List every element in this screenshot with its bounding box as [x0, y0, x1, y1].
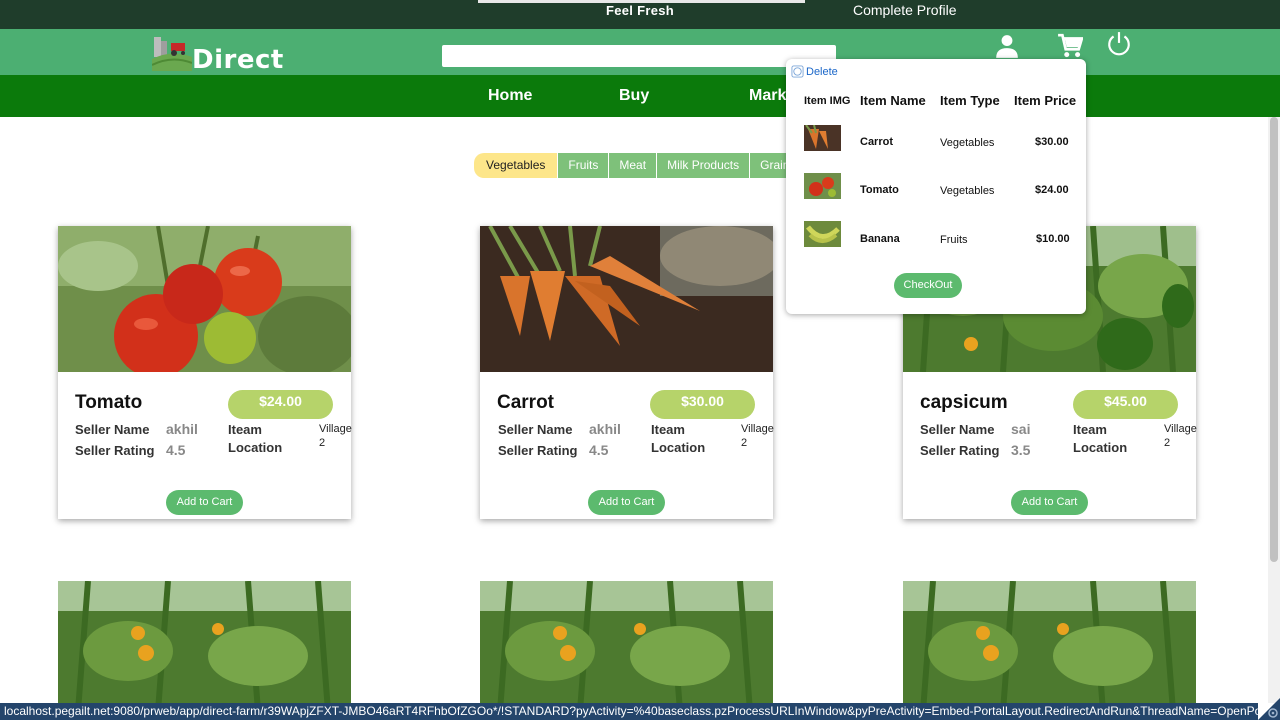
capsicum-image: [480, 581, 773, 711]
header-item-img: Item IMG: [804, 95, 851, 107]
cart-item-name: Banana: [860, 233, 900, 245]
location-value: Village 2: [319, 423, 352, 449]
location-value: Village 2: [1164, 423, 1197, 449]
product-card-partial: [480, 581, 773, 711]
add-to-cart-button[interactable]: Add to Cart: [166, 490, 243, 515]
location-label: Iteam Location: [228, 422, 283, 455]
cart-item-price: $10.00: [1036, 233, 1070, 245]
tomato-image: [58, 226, 351, 372]
power-icon[interactable]: [1106, 31, 1132, 57]
cart-item-price: $24.00: [1035, 184, 1069, 196]
seller-rating-label: Seller Rating: [920, 443, 1000, 458]
checkout-button[interactable]: CheckOut: [894, 273, 962, 298]
cart-item-image: [804, 125, 841, 151]
product-card-carrot: Carrot $30.00 Seller Name akhil Seller R…: [480, 226, 774, 519]
delete-button[interactable]: Delete: [791, 65, 838, 78]
page-scrollbar[interactable]: [1268, 117, 1280, 703]
logo-text: Direct: [192, 45, 284, 75]
location-label: Iteam Location: [1073, 422, 1128, 455]
seller-name-label: Seller Name: [920, 422, 995, 437]
product-name: capsicum: [920, 392, 1008, 413]
nav-buy[interactable]: Buy: [619, 87, 649, 105]
price-badge: $24.00: [228, 390, 333, 419]
cart-item-name: Carrot: [860, 136, 894, 148]
location-label: Iteam Location: [651, 422, 706, 455]
cart-item-price: $30.00: [1035, 136, 1069, 148]
location-value: Village 2: [741, 423, 774, 449]
seller-name-value: akhil: [589, 421, 621, 437]
scrollbar-thumb[interactable]: [1270, 117, 1278, 562]
cart-item-type: Fruits: [940, 234, 968, 246]
add-to-cart-button[interactable]: Add to Cart: [1011, 490, 1088, 515]
tagline: Feel Fresh: [606, 3, 675, 18]
price-badge: $45.00: [1073, 390, 1178, 419]
seller-name-label: Seller Name: [498, 422, 573, 437]
cart-item-image: [804, 173, 841, 199]
cart-icon[interactable]: [1057, 33, 1083, 59]
category-fruits[interactable]: Fruits: [558, 153, 610, 178]
seller-rating-value: 4.5: [166, 442, 186, 458]
seller-rating-value: 4.5: [589, 442, 609, 458]
seller-rating-label: Seller Rating: [75, 443, 155, 458]
seller-name-value: sai: [1011, 421, 1031, 437]
product-name: Carrot: [497, 392, 555, 413]
nav-market[interactable]: Mark: [749, 87, 786, 105]
carrot-image: [480, 226, 773, 372]
cart-item-name: Tomato: [860, 184, 899, 196]
capsicum-image: [58, 581, 351, 711]
main-nav: Home Buy Mark: [0, 75, 1280, 117]
browser-status-url: localhost.pegailt.net:9080/prweb/app/dir…: [0, 703, 1258, 720]
add-to-cart-button[interactable]: Add to Cart: [588, 490, 665, 515]
product-name: Tomato: [75, 392, 143, 413]
price-badge: $30.00: [650, 390, 755, 419]
category-vegetables[interactable]: Vegetables: [474, 153, 559, 178]
seller-rating-label: Seller Rating: [498, 443, 578, 458]
header: Direct: [0, 29, 1280, 75]
header-item-price: Item Price: [1014, 93, 1077, 108]
cart-item-type: Vegetables: [940, 137, 995, 149]
cart-popup: Delete Item IMG Item Name Item Type Item…: [786, 59, 1086, 314]
cart-item-type: Vegetables: [940, 185, 995, 197]
user-icon[interactable]: [994, 33, 1020, 59]
category-meat[interactable]: Meat: [609, 153, 658, 178]
header-item-type: Item Type: [940, 93, 1000, 108]
complete-profile-link[interactable]: Complete Profile: [853, 2, 957, 18]
settings-gear-icon[interactable]: [1258, 688, 1280, 720]
capsicum-image: [903, 581, 1196, 711]
top-bar: Feel Fresh Complete Profile: [0, 0, 1280, 29]
product-card-partial: [58, 581, 351, 711]
seller-name-label: Seller Name: [75, 422, 150, 437]
product-card-partial: [903, 581, 1196, 711]
delete-label: Delete: [806, 65, 838, 78]
farm-logo-icon: [152, 37, 192, 71]
search-input[interactable]: [442, 45, 836, 67]
product-card-tomato: Tomato $24.00 Seller Name akhil Seller R…: [58, 226, 352, 519]
seller-name-value: akhil: [166, 421, 198, 437]
nav-home[interactable]: Home: [488, 87, 532, 105]
category-milk-products[interactable]: Milk Products: [657, 153, 751, 178]
delete-icon: [791, 65, 804, 78]
seller-rating-value: 3.5: [1011, 442, 1031, 458]
header-item-name: Item Name: [860, 93, 926, 108]
logo[interactable]: Direct: [152, 33, 283, 75]
cart-item-image: [804, 221, 841, 247]
category-tabs: Vegetables Fruits Meat Milk Products Gra…: [474, 153, 795, 178]
